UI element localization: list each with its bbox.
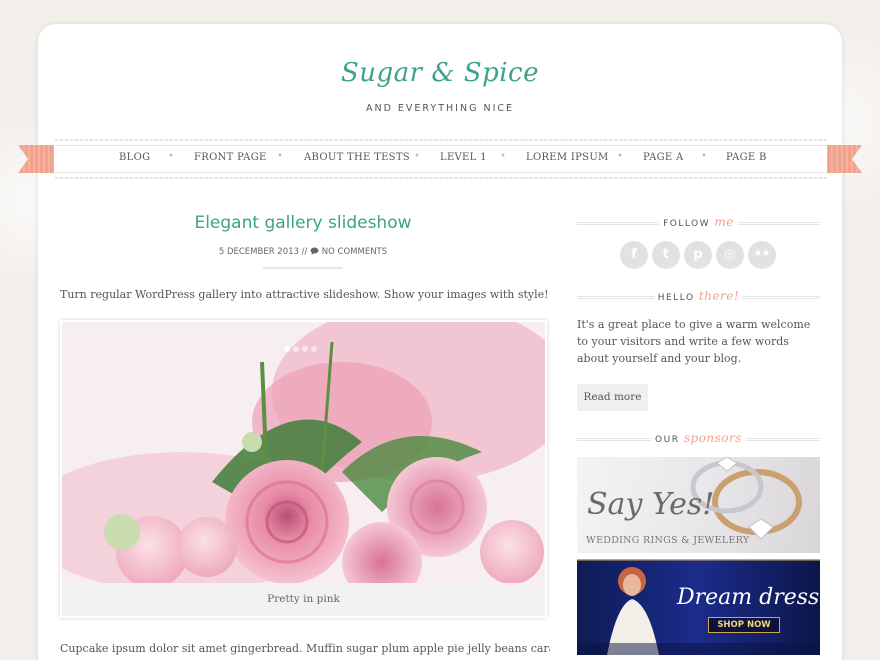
slide-caption: Pretty in pink bbox=[62, 583, 545, 616]
pager-dot-4[interactable] bbox=[311, 346, 317, 352]
sponsors-label: OUR bbox=[655, 435, 680, 445]
twitter-icon[interactable]: t bbox=[652, 241, 680, 269]
ad1-headline: Say Yes! bbox=[587, 487, 715, 522]
facebook-icon[interactable]: f bbox=[620, 241, 648, 269]
post-date[interactable]: 5 DECEMBER 2013 bbox=[219, 247, 299, 257]
post-title[interactable]: Elegant gallery slideshow bbox=[60, 213, 546, 233]
title-line-right bbox=[742, 296, 820, 299]
sponsors-accent: sponsors bbox=[683, 431, 742, 445]
meta-separator: // bbox=[301, 247, 308, 257]
title-line-left bbox=[577, 438, 651, 441]
nav-item-blog[interactable]: BLOG bbox=[119, 152, 150, 163]
nav-item-lorem-ipsum[interactable]: LOREM IPSUM bbox=[526, 152, 609, 163]
widget-title-hello: HELLO there! bbox=[577, 289, 820, 303]
pinterest-icon[interactable]: p bbox=[684, 241, 712, 269]
instagram-icon[interactable]: ◎ bbox=[716, 241, 744, 269]
hello-label: HELLO bbox=[657, 293, 695, 303]
gallery-slideshow[interactable]: Pretty in pink bbox=[60, 320, 547, 618]
flickr-icon[interactable]: •• bbox=[748, 241, 776, 269]
title-line-right bbox=[738, 222, 820, 225]
widget-title-sponsors: OUR sponsors bbox=[577, 431, 820, 445]
nav-item-page-a[interactable]: PAGE A bbox=[643, 152, 684, 163]
site-title[interactable]: Sugar & Spice bbox=[0, 58, 880, 88]
nav-separator: • bbox=[414, 151, 420, 162]
meta-divider bbox=[263, 267, 343, 269]
nav-separator: • bbox=[617, 151, 623, 162]
flower-bouquet-illustration bbox=[62, 322, 545, 583]
title-line-left bbox=[577, 296, 655, 299]
post-intro: Turn regular WordPress gallery into attr… bbox=[60, 288, 549, 301]
nav-separator: • bbox=[277, 151, 283, 162]
pager-dot-3[interactable] bbox=[302, 346, 308, 352]
follow-accent: me bbox=[714, 215, 734, 229]
comment-icon bbox=[310, 247, 319, 255]
nav-separator: • bbox=[500, 151, 506, 162]
post-meta: 5 DECEMBER 2013 // NO COMMENTS bbox=[60, 247, 546, 257]
nav-separator: • bbox=[701, 151, 707, 162]
nav-item-front-page[interactable]: FRONT PAGE bbox=[194, 152, 267, 163]
nav-item-level-1[interactable]: LEVEL 1 bbox=[440, 152, 487, 163]
widget-title-follow: FOLLOW me bbox=[577, 215, 820, 229]
slide-image-pink-ranunculus[interactable] bbox=[62, 322, 545, 583]
nav-item-page-b[interactable]: PAGE B bbox=[726, 152, 767, 163]
title-line-left bbox=[577, 222, 659, 225]
slideshow-pager bbox=[284, 337, 320, 356]
sponsor-ad-wedding-rings[interactable]: Say Yes! WEDDING RINGS & JEWELERY bbox=[577, 457, 820, 553]
pager-dot-2[interactable] bbox=[293, 346, 299, 352]
hello-text: It's a great place to give a warm welcom… bbox=[577, 318, 811, 365]
read-more-button[interactable]: Read more bbox=[577, 384, 648, 411]
sponsor-ad-dream-dress[interactable]: Dream dress SHOP NOW bbox=[577, 559, 820, 655]
title-line-right bbox=[746, 438, 820, 441]
hello-accent: there! bbox=[698, 289, 740, 303]
follow-label: FOLLOW bbox=[663, 219, 711, 229]
nav-separator: • bbox=[168, 151, 174, 162]
pager-dot-1[interactable] bbox=[284, 346, 290, 352]
nav-item-about-the-tests[interactable]: ABOUT THE TESTS bbox=[304, 152, 410, 163]
post-comments-link[interactable]: NO COMMENTS bbox=[322, 247, 387, 257]
ad2-headline: Dream dress bbox=[677, 585, 820, 610]
shop-now-button[interactable]: SHOP NOW bbox=[708, 617, 780, 633]
site-tagline: AND EVERYTHING NICE bbox=[365, 103, 515, 114]
ad1-subline: WEDDING RINGS & JEWELERY bbox=[586, 535, 750, 546]
post-body-text: Cupcake ipsum dolor sit amet gingerbread… bbox=[60, 642, 550, 655]
